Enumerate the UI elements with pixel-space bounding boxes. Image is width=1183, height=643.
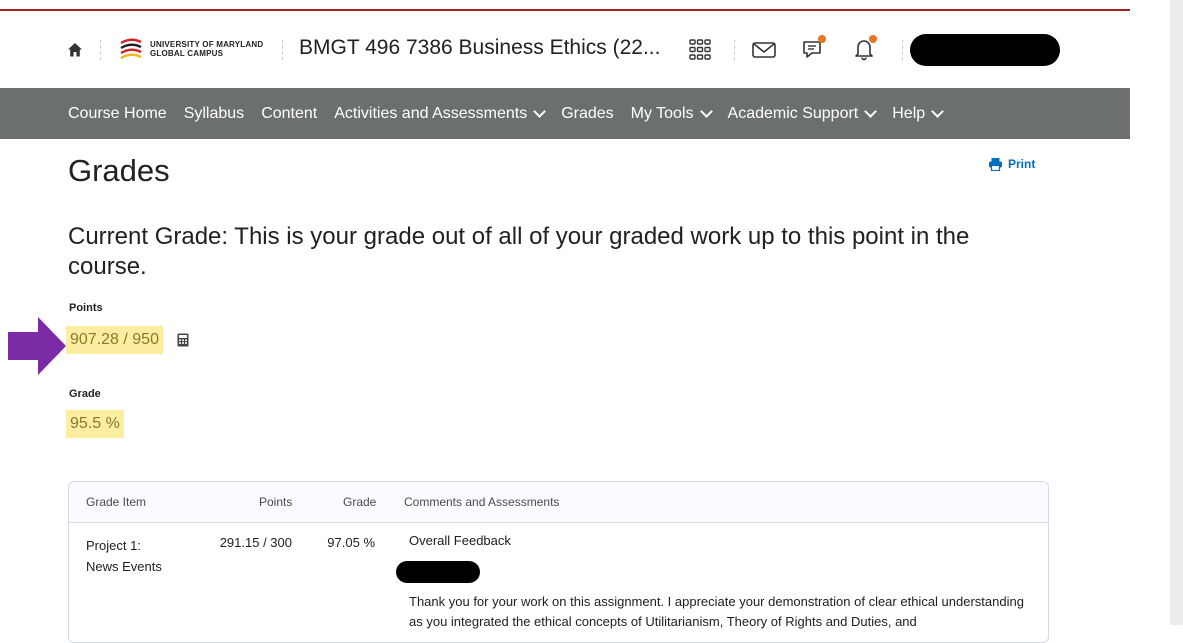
logo-line-1: UNIVERSITY OF MARYLAND	[150, 40, 264, 49]
chevron-down-icon	[864, 105, 878, 118]
annotation-arrow-icon	[8, 317, 66, 375]
table-header-row: Grade Item Points Grade Comments and Ass…	[69, 482, 1048, 523]
header-divider	[902, 40, 903, 60]
nav-item-activities-and-assessments[interactable]: Activities and Assessments	[334, 104, 547, 123]
nav-item-grades[interactable]: Grades	[561, 105, 613, 123]
column-header-comments[interactable]: Comments and Assessments	[404, 495, 559, 509]
nav-item-label: Help	[892, 104, 926, 122]
nav-item-my-tools[interactable]: My Tools	[630, 104, 713, 123]
points-value: 907.28 / 950	[66, 326, 163, 354]
user-menu-redacted[interactable]	[910, 34, 1060, 66]
logo-mark-icon	[120, 38, 142, 60]
nav-item-content[interactable]: Content	[261, 105, 317, 123]
nav-item-label: Content	[261, 104, 318, 122]
column-header-grade-item[interactable]: Grade Item	[86, 495, 146, 509]
university-logo[interactable]: UNIVERSITY OF MARYLAND GLOBAL CAMPUS	[118, 37, 263, 61]
scrollbar-track[interactable]	[1170, 0, 1183, 625]
redacted-instructor-name	[396, 561, 480, 583]
nav-item-label: My Tools	[630, 104, 694, 122]
grade-item-line-1: Project 1:	[86, 538, 141, 553]
print-button[interactable]: Print	[988, 157, 1035, 171]
nav-item-syllabus[interactable]: Syllabus	[184, 105, 244, 123]
points-label: Points	[69, 302, 103, 314]
print-label: Print	[1008, 157, 1036, 171]
home-icon[interactable]	[66, 41, 84, 59]
header-divider	[282, 40, 283, 60]
page-title: Grades	[68, 153, 170, 188]
grade-item-points: 291.15 / 300	[219, 535, 292, 550]
chevron-down-icon	[931, 105, 945, 118]
header-bar: UNIVERSITY OF MARYLAND GLOBAL CAMPUS BMG…	[0, 11, 1130, 88]
nav-item-academic-support[interactable]: Academic Support	[727, 104, 878, 123]
course-title[interactable]: BMGT 496 7386 Business Ethics (22...	[299, 36, 660, 60]
logo-line-2: GLOBAL CAMPUS	[150, 49, 224, 58]
column-header-grade[interactable]: Grade	[343, 495, 376, 509]
current-grade-heading: Current Grade: This is your grade out of…	[68, 223, 970, 280]
nav-item-label: Academic Support	[727, 104, 859, 122]
nav-item-label: Activities and Assessments	[334, 104, 528, 122]
nav-list: Course Home Syllabus Content Activities and…	[68, 88, 959, 139]
grade-label: Grade	[69, 388, 101, 400]
nav-item-course-home[interactable]: Course Home	[68, 105, 167, 123]
nav-item-label: Grades	[561, 104, 614, 122]
nav-item-help[interactable]: Help	[892, 104, 945, 123]
course-navbar: Course Home Syllabus Content Activities and…	[0, 88, 1130, 139]
calculator-icon[interactable]	[177, 333, 189, 347]
nav-item-label: Course Home	[68, 104, 167, 122]
grade-item-line-2: News Events	[86, 559, 162, 574]
chevron-down-icon	[699, 105, 713, 118]
chevron-down-icon	[533, 105, 547, 118]
nav-item-label: Syllabus	[183, 104, 245, 122]
printer-icon	[989, 158, 1002, 171]
logo-text: UNIVERSITY OF MARYLAND GLOBAL CAMPUS	[150, 40, 263, 58]
mail-icon[interactable]	[751, 37, 777, 63]
grade-item-grade: 97.05 %	[327, 535, 375, 550]
notification-badge	[869, 35, 877, 43]
header-divider	[100, 40, 101, 60]
apps-grid-icon[interactable]	[687, 37, 713, 63]
feedback-title: Overall Feedback	[409, 533, 511, 548]
grade-value: 95.5 %	[66, 410, 124, 438]
chat-notification-badge	[818, 35, 826, 43]
feedback-text: Thank you for your work on this assignme…	[409, 594, 1024, 629]
column-header-points[interactable]: Points	[259, 495, 292, 509]
grades-table: Grade Item Points Grade Comments and Ass…	[68, 481, 1049, 643]
grade-item-name[interactable]: Project 1: News Events	[86, 535, 162, 577]
header-divider	[734, 40, 735, 60]
